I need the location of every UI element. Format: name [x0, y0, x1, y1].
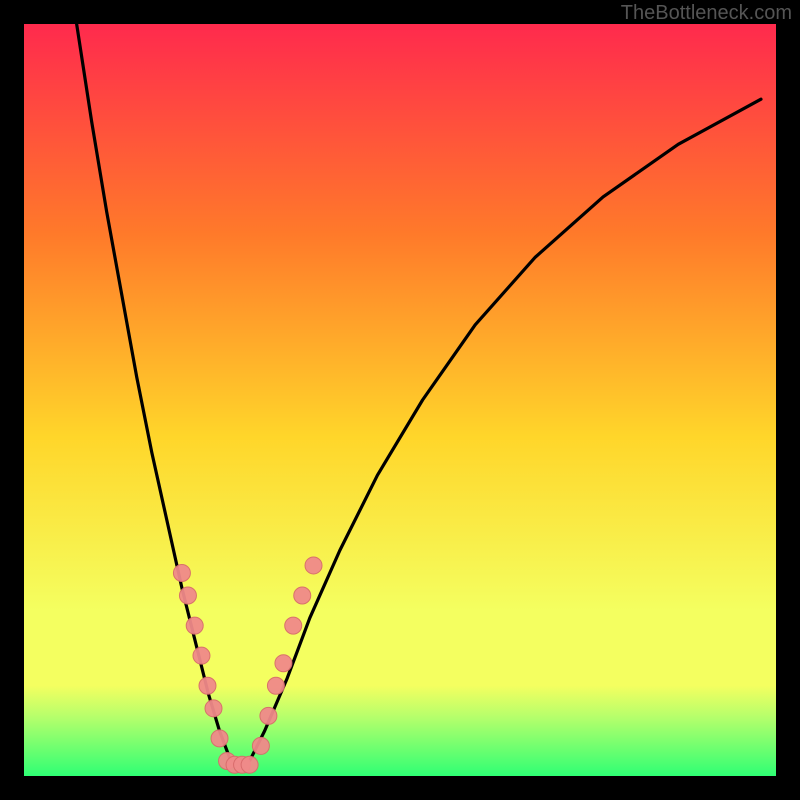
marker-right-5 — [294, 587, 311, 604]
marker-left-1 — [179, 587, 196, 604]
marker-right-6 — [305, 557, 322, 574]
marker-left-4 — [199, 677, 216, 694]
marker-left-6 — [211, 730, 228, 747]
marker-left-5 — [205, 700, 222, 717]
marker-right-1 — [260, 707, 277, 724]
bottleneck-curve-plot — [0, 0, 800, 800]
watermark-text: TheBottleneck.com — [621, 2, 792, 25]
marker-right-3 — [275, 655, 292, 672]
marker-left-2 — [186, 617, 203, 634]
marker-left-0 — [173, 564, 190, 581]
marker-right-2 — [267, 677, 284, 694]
marker-right-4 — [285, 617, 302, 634]
marker-left-3 — [193, 647, 210, 664]
chart-canvas: TheBottleneck.com — [0, 0, 800, 800]
marker-left-10 — [241, 756, 258, 773]
marker-right-0 — [252, 737, 269, 754]
